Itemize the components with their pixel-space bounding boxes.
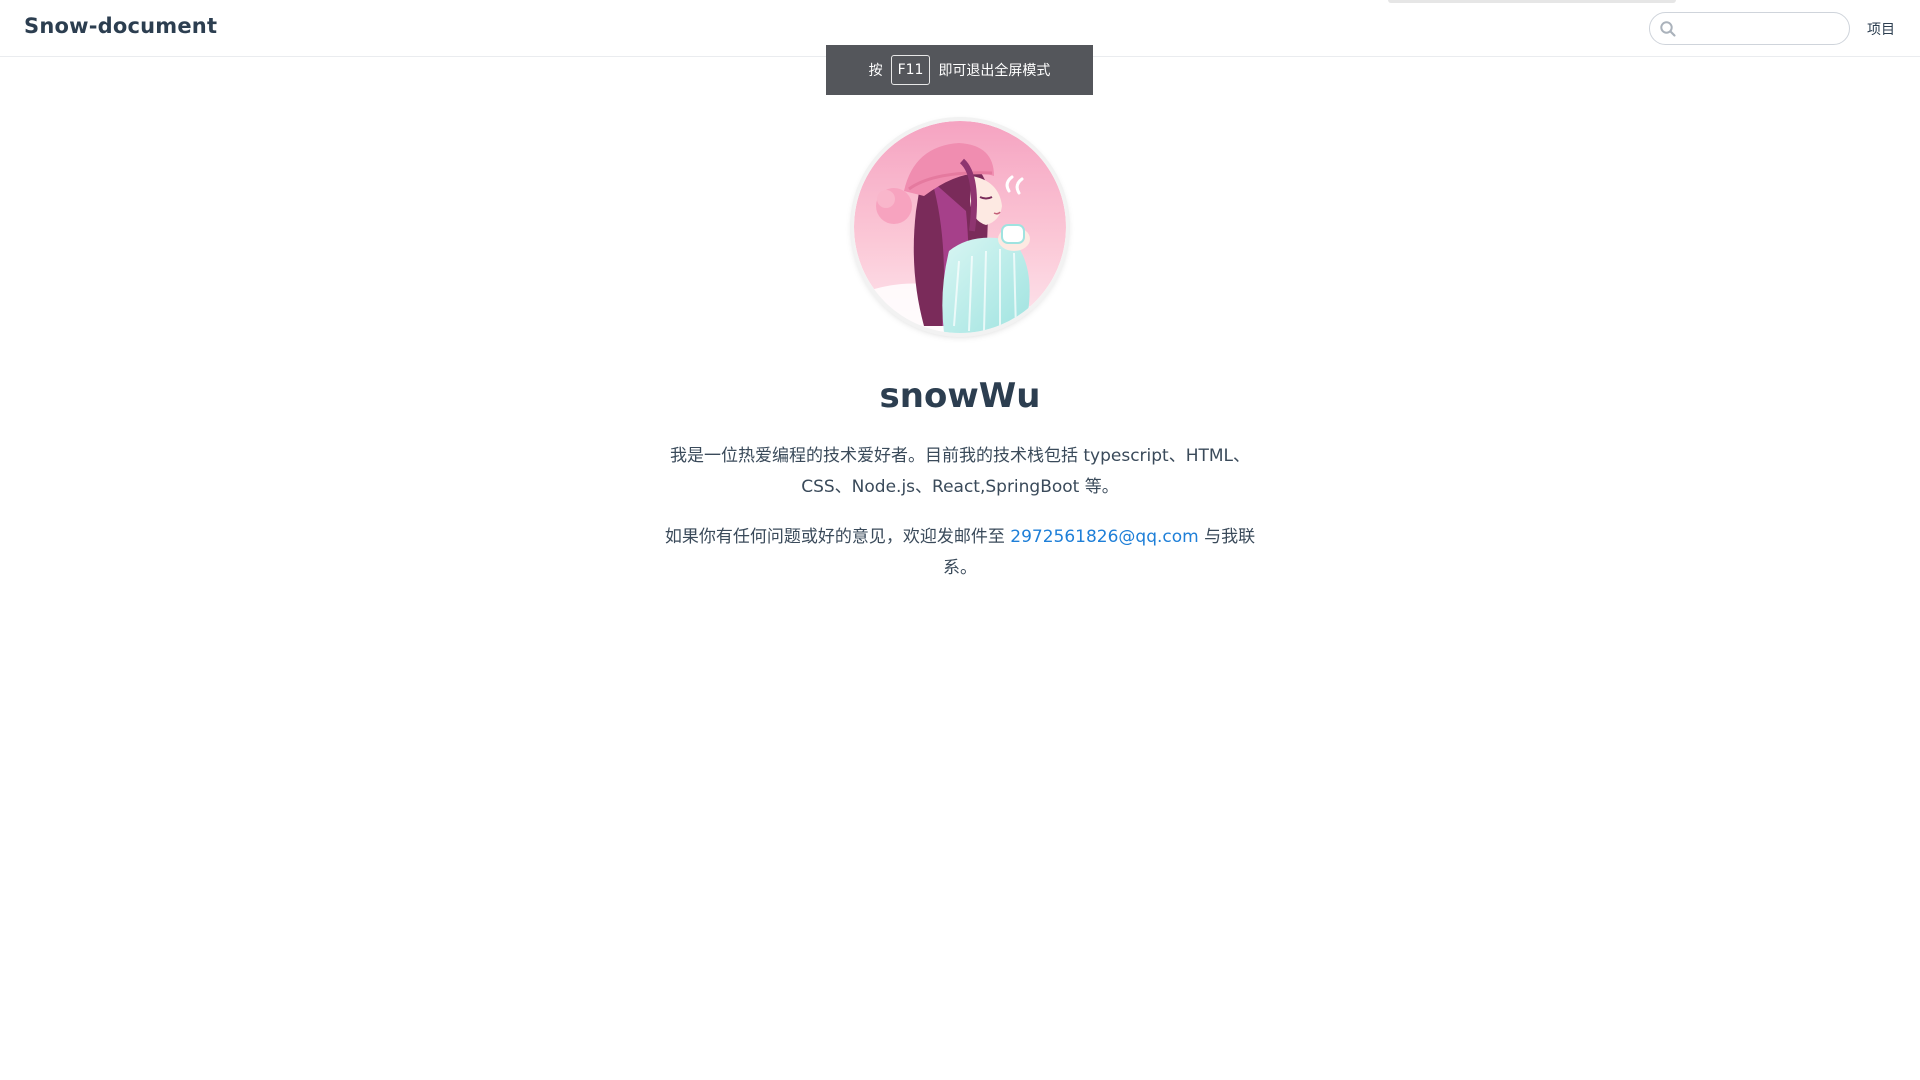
fullscreen-exit-toast: 按 F11 即可退出全屏模式 bbox=[826, 45, 1093, 95]
search-input[interactable] bbox=[1682, 17, 1846, 42]
intro-text: 我是一位热爱编程的技术爱好者。目前我的技术栈包括 typescript、HTML… bbox=[669, 446, 1251, 497]
profile-name: snowWu bbox=[879, 376, 1041, 416]
anime-girl-avatar-icon bbox=[854, 121, 1066, 333]
toast-prefix: 按 bbox=[868, 63, 883, 79]
search-box[interactable] bbox=[1649, 12, 1850, 45]
contact-prefix: 如果你有任何问题或好的意见，欢迎发邮件至 bbox=[664, 527, 1011, 547]
contact-text: 如果你有任何问题或好的意见，欢迎发邮件至 2972561826@qq.com 与… bbox=[660, 522, 1260, 584]
avatar bbox=[854, 121, 1066, 333]
nav-link-projects[interactable]: 项目 bbox=[1867, 19, 1895, 39]
top-overlay-edge bbox=[1388, 0, 1676, 3]
toast-key: F11 bbox=[890, 55, 931, 85]
email-link[interactable]: 2972561826@qq.com bbox=[1010, 527, 1198, 547]
search-icon bbox=[1660, 21, 1676, 37]
site-name[interactable]: Snow-document bbox=[24, 14, 217, 38]
toast-suffix: 即可退出全屏模式 bbox=[938, 63, 1051, 79]
